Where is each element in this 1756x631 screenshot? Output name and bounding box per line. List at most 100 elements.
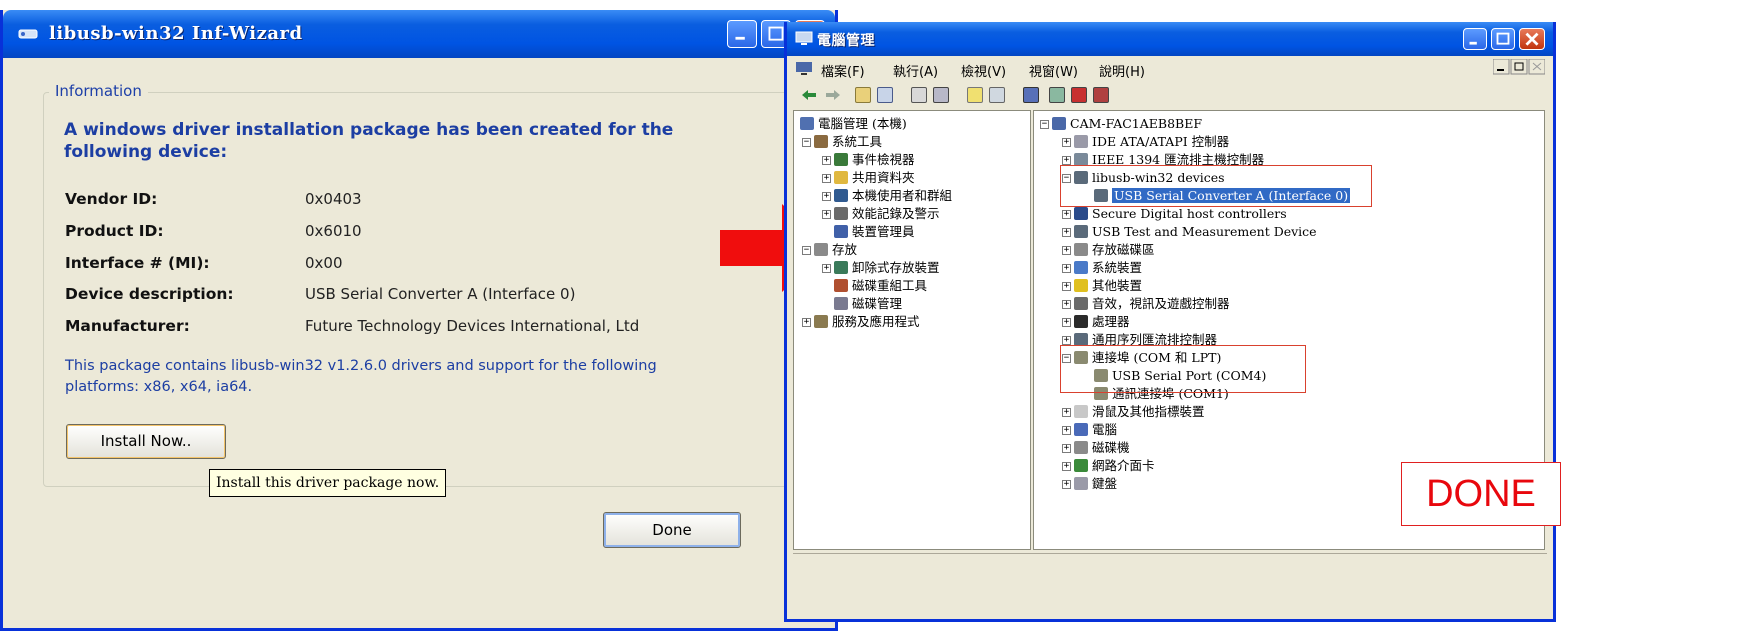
tree-node-computer-management[interactable]: 電腦管理 (本機) [800, 115, 907, 133]
expand-icon[interactable]: + [822, 210, 831, 219]
ide-controller-icon [1074, 135, 1088, 148]
scan-hardware-icon[interactable] [1023, 87, 1039, 103]
back-arrow-icon[interactable] [801, 88, 817, 102]
device-category-sound[interactable]: 音效，視訊及遊戲控制器 [1074, 295, 1230, 313]
cm-minimize-button[interactable] [1463, 28, 1487, 50]
show-hide-tree-icon[interactable] [877, 87, 893, 103]
computer-icon [800, 117, 814, 130]
question-mark-icon [1074, 279, 1088, 292]
performance-icon [834, 207, 848, 220]
uninstall-device-icon[interactable] [1093, 87, 1109, 103]
title-bar[interactable]: libusb-win32 Inf-Wizard [3, 10, 835, 58]
menu-window[interactable]: 視窗(W) [1029, 61, 1078, 80]
device-category-storage-volumes[interactable]: 存放磁碟區 [1074, 241, 1155, 259]
expand-icon[interactable]: + [1062, 426, 1071, 435]
device-category-other[interactable]: 其他裝置 [1074, 277, 1142, 295]
tree-node-device-manager[interactable]: 裝置管理員 [834, 223, 915, 241]
mdi-window-controls[interactable] [1493, 59, 1545, 75]
interface-label: Interface # (MI): [65, 254, 210, 272]
expand-icon[interactable]: + [822, 156, 831, 165]
expand-icon[interactable]: + [1062, 480, 1071, 489]
package-info-text: This package contains libusb-win32 v1.2.… [65, 358, 657, 395]
minimize-button[interactable] [727, 20, 757, 48]
expand-icon[interactable]: + [1062, 408, 1071, 417]
system-device-icon [1074, 261, 1088, 274]
cm-close-button[interactable] [1519, 28, 1545, 50]
device-category-computer[interactable]: 電腦 [1074, 421, 1117, 439]
device-category-mice[interactable]: 滑鼠及其他指標裝置 [1074, 403, 1205, 421]
console-icon[interactable] [989, 87, 1005, 103]
expand-icon[interactable]: + [1062, 210, 1071, 219]
help-icon[interactable] [967, 87, 983, 103]
device-category-network-adapters[interactable]: 網路介面卡 [1074, 457, 1155, 475]
tree-node-disk-defragmenter[interactable]: 磁碟重組工具 [834, 277, 927, 295]
vendor-id-label: Vendor ID: [65, 190, 158, 208]
maximize-icon [1496, 32, 1510, 45]
done-button[interactable]: Done [603, 512, 741, 548]
folder-icon [834, 171, 848, 184]
expand-icon[interactable]: + [822, 174, 831, 183]
menu-action[interactable]: 執行(A) [893, 61, 938, 80]
collapse-icon[interactable]: − [802, 246, 811, 255]
print-icon[interactable] [933, 87, 949, 103]
expand-icon[interactable]: + [1062, 228, 1071, 237]
defrag-icon [834, 279, 848, 292]
menu-help[interactable]: 說明(H) [1099, 61, 1145, 80]
device-manager-icon [834, 225, 848, 238]
device-category-disk-drives[interactable]: 磁碟機 [1074, 439, 1130, 457]
properties-icon[interactable] [911, 87, 927, 103]
forward-arrow-icon[interactable] [825, 88, 841, 102]
expand-icon[interactable]: + [802, 318, 811, 327]
cm-maximize-button[interactable] [1491, 28, 1515, 50]
group-label: Information [49, 82, 148, 100]
tree-node-computer-name[interactable]: CAM-FAC1AEB8BEF [1052, 115, 1202, 133]
usb-app-icon [18, 29, 38, 39]
device-category-processors[interactable]: 處理器 [1074, 313, 1130, 331]
menu-view[interactable]: 檢視(V) [961, 61, 1006, 80]
expand-icon[interactable]: + [822, 264, 831, 273]
tree-node-event-viewer[interactable]: 事件檢視器 [834, 151, 915, 169]
device-category-ide[interactable]: IDE ATA/ATAPI 控制器 [1074, 133, 1229, 151]
highlight-ports [1060, 345, 1306, 393]
expand-icon[interactable]: + [1062, 444, 1071, 453]
expand-icon[interactable]: + [1062, 282, 1071, 291]
device-category-sd-host[interactable]: Secure Digital host controllers [1074, 205, 1287, 223]
cm-title-bar[interactable]: 電腦管理 [787, 22, 1553, 56]
device-category-keyboards[interactable]: 鍵盤 [1074, 475, 1117, 493]
disable-device-icon[interactable] [1071, 87, 1087, 103]
expand-icon[interactable]: + [1062, 336, 1071, 345]
tree-node-shared-folders[interactable]: 共用資料夾 [834, 169, 915, 187]
removable-storage-icon [834, 261, 848, 274]
tree-node-services-apps[interactable]: 服務及應用程式 [814, 313, 920, 331]
menu-file[interactable]: 檔案(F) [821, 61, 865, 80]
tree-node-system-tools[interactable]: 系統工具 [814, 133, 882, 151]
device-description-value: USB Serial Converter A (Interface 0) [305, 285, 576, 303]
tree-node-removable-storage[interactable]: 卸除式存放裝置 [834, 259, 940, 277]
expand-icon[interactable]: + [1062, 264, 1071, 273]
collapse-icon[interactable]: − [1040, 120, 1049, 129]
done-annotation: DONE [1401, 462, 1561, 526]
computer-management-window: 電腦管理 檔案(F) 執行(A) 檢視(V) 視窗(W) 說明(H) 電腦管理 … [784, 22, 1561, 622]
expand-icon[interactable]: + [1062, 300, 1071, 309]
install-tooltip: Install this driver package now. [209, 469, 447, 497]
device-category-usbtmc[interactable]: USB Test and Measurement Device [1074, 223, 1317, 241]
tree-node-performance-logs[interactable]: 效能記錄及警示 [834, 205, 940, 223]
expand-icon[interactable]: + [1062, 156, 1071, 165]
collapse-icon[interactable]: − [802, 138, 811, 147]
up-folder-icon[interactable] [855, 87, 871, 103]
expand-icon[interactable]: + [1062, 318, 1071, 327]
tree-node-disk-management[interactable]: 磁碟管理 [834, 295, 902, 313]
status-bar [793, 553, 1547, 575]
expand-icon[interactable]: + [822, 192, 831, 201]
install-now-button[interactable]: Install Now.. [66, 424, 226, 459]
device-category-system-devices[interactable]: 系統裝置 [1074, 259, 1142, 277]
update-driver-icon[interactable] [1049, 87, 1065, 103]
expand-icon[interactable]: + [1062, 246, 1071, 255]
console-tree-pane[interactable]: 電腦管理 (本機) − 系統工具 + 事件檢視器 + 共用資料夾 + 本機使用者… [793, 110, 1031, 550]
expand-icon[interactable]: + [1062, 462, 1071, 471]
tree-node-storage[interactable]: 存放 [814, 241, 857, 259]
close-icon [1525, 32, 1539, 46]
expand-icon[interactable]: + [1062, 138, 1071, 147]
window-title: libusb-win32 Inf-Wizard [49, 23, 303, 44]
tree-node-local-users[interactable]: 本機使用者和群組 [834, 187, 952, 205]
